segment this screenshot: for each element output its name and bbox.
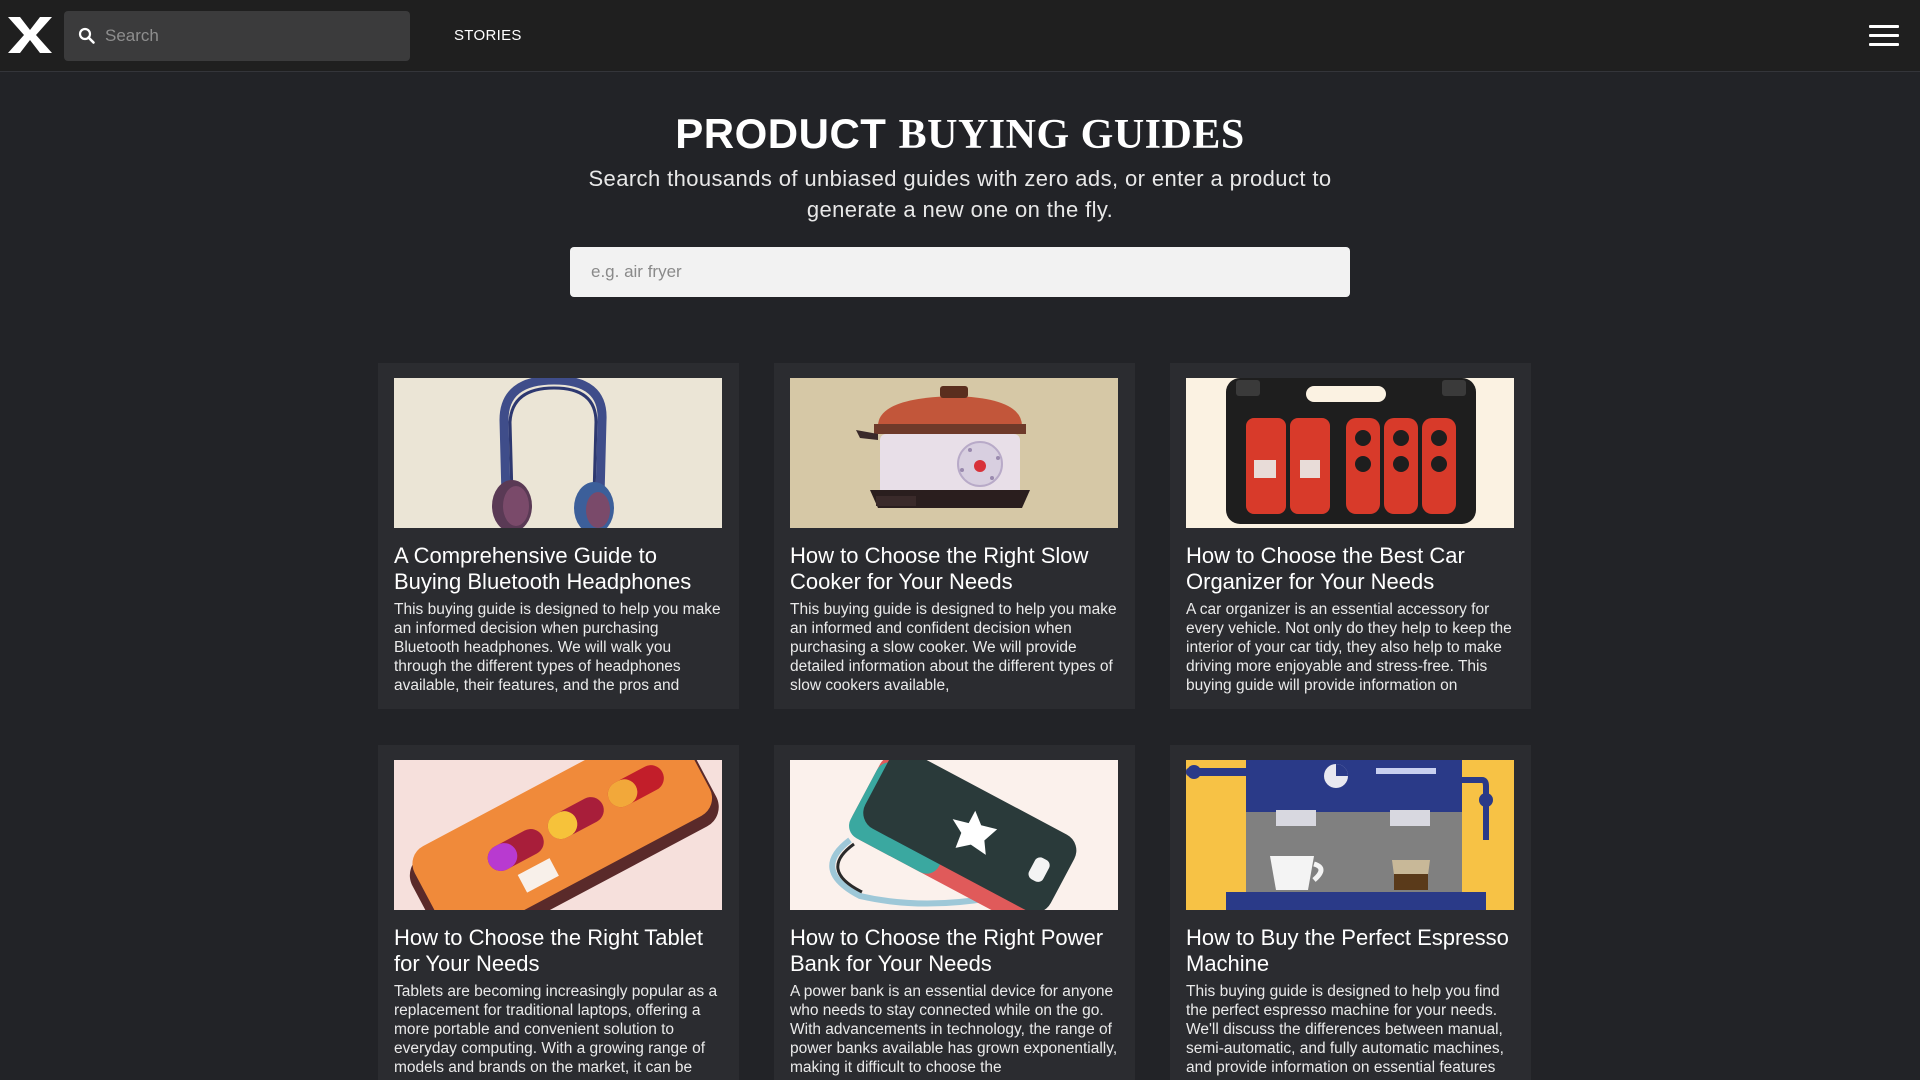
guide-card[interactable]: How to Choose the Right Tablet for Your …: [378, 745, 739, 1080]
guide-card-image: [394, 760, 722, 910]
guide-card[interactable]: How to Choose the Right Slow Cooker for …: [774, 363, 1135, 709]
guide-card-image: [790, 760, 1118, 910]
guide-card[interactable]: How to Choose the Right Power Bank for Y…: [774, 745, 1135, 1080]
guide-card-title[interactable]: How to Choose the Best Car Organizer for…: [1186, 543, 1516, 595]
search-icon: [78, 27, 95, 44]
header-search-box[interactable]: [64, 11, 410, 61]
guide-card-description: A car organizer is an essential accessor…: [1186, 601, 1512, 694]
guide-card-title[interactable]: How to Choose the Right Slow Cooker for …: [790, 543, 1120, 595]
guide-card-title[interactable]: How to Choose the Right Tablet for Your …: [394, 925, 724, 977]
guide-card-title[interactable]: How to Buy the Perfect Espresso Machine: [1186, 925, 1516, 977]
bluetooth-headphones-illustration: [394, 378, 722, 528]
guide-card-description: A power bank is an essential device for …: [790, 983, 1118, 1076]
guide-card-image: [1186, 378, 1514, 528]
guide-card-image: [790, 378, 1118, 528]
page-title-part2: BUYING GUIDES: [898, 112, 1245, 158]
guide-card-description: This buying guide is designed to help yo…: [394, 601, 721, 694]
page-title: PRODUCT BUYING GUIDES: [0, 110, 1920, 159]
header-search-input[interactable]: [105, 26, 395, 46]
page-title-part1: PRODUCT: [675, 110, 899, 157]
product-search-input[interactable]: [570, 247, 1350, 297]
x-logo-icon[interactable]: [6, 15, 54, 55]
tablet-illustration: [394, 760, 722, 910]
power-bank-illustration: [790, 760, 1118, 910]
hamburger-menu-icon[interactable]: [1869, 25, 1901, 49]
slow-cooker-illustration: [790, 378, 1118, 528]
top-navigation-bar: STORIES: [0, 0, 1920, 72]
guide-card-description: This buying guide is designed to help yo…: [1186, 983, 1504, 1076]
car-organizer-illustration: [1186, 378, 1514, 528]
guide-card-image: [1186, 760, 1514, 910]
guide-card-title[interactable]: How to Choose the Right Power Bank for Y…: [790, 925, 1120, 977]
guide-card[interactable]: A Comprehensive Guide to Buying Bluetoot…: [378, 363, 739, 709]
nav-link-stories[interactable]: STORIES: [454, 27, 522, 44]
guide-card[interactable]: How to Buy the Perfect Espresso Machine …: [1170, 745, 1531, 1080]
guide-card-image: [394, 378, 722, 528]
guide-card-title[interactable]: A Comprehensive Guide to Buying Bluetoot…: [394, 543, 724, 595]
guide-card-description: Tablets are becoming increasingly popula…: [394, 983, 718, 1076]
guide-card[interactable]: How to Choose the Best Car Organizer for…: [1170, 363, 1531, 709]
guide-card-description: This buying guide is designed to help yo…: [790, 601, 1117, 694]
espresso-machine-illustration: [1186, 760, 1514, 910]
page-subtitle: Search thousands of unbiased guides with…: [588, 166, 1332, 222]
